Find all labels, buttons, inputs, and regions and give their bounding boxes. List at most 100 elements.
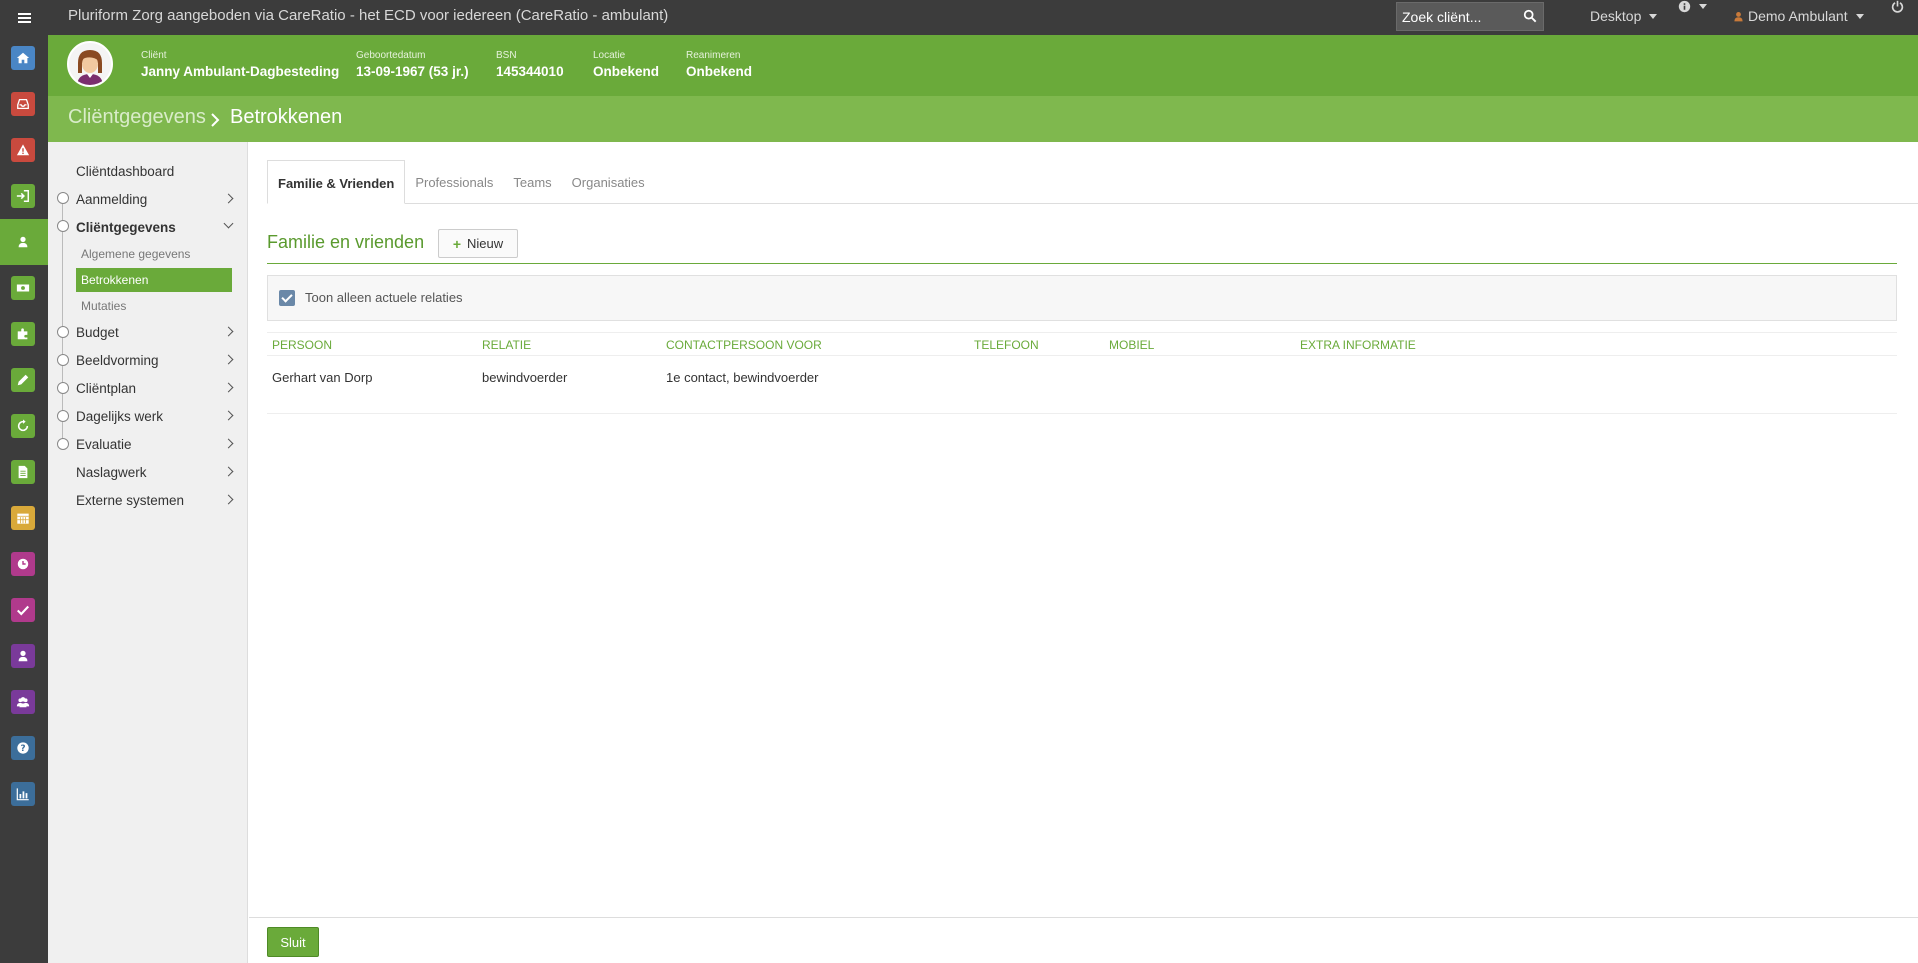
cell-persoon[interactable]: Gerhart van Dorp: [272, 370, 372, 385]
sidebar-item-label: Naslagwerk: [76, 465, 147, 480]
sidebar-item-budget[interactable]: Budget: [76, 325, 236, 340]
check-icon[interactable]: [11, 598, 35, 622]
user-menu[interactable]: Demo Ambulant: [1733, 0, 1864, 32]
tab-teams[interactable]: Teams: [503, 160, 561, 204]
sign-in-icon[interactable]: [11, 184, 35, 208]
inbox-icon[interactable]: [11, 92, 35, 116]
refresh-icon[interactable]: [11, 414, 35, 438]
footer-bar: Sluit: [249, 917, 1918, 963]
chevron-right-icon: [223, 438, 234, 449]
plus-icon: +: [452, 235, 462, 252]
tab-bar: Familie & Vrienden Professionals Teams O…: [267, 160, 655, 204]
new-button-label: Nieuw: [467, 236, 504, 251]
client-search[interactable]: [1396, 2, 1544, 31]
sidebar-item-label: Dagelijks werk: [76, 409, 164, 424]
desktop-menu[interactable]: Desktop: [1590, 0, 1658, 32]
sidebar-subitem-betrokkenen[interactable]: Betrokkenen: [76, 268, 232, 292]
breadcrumb-parent[interactable]: Cliëntgegevens: [68, 106, 206, 129]
filter-bar: Toon alleen actuele relaties: [267, 275, 1897, 321]
hamburger-menu-icon[interactable]: [0, 0, 48, 35]
column-header-mobiel[interactable]: Mobiel: [1109, 338, 1154, 352]
current-relations-checkbox[interactable]: [279, 290, 295, 306]
info-menu[interactable]: [1678, 0, 1707, 13]
chevron-right-icon: [223, 382, 234, 393]
bsn-value: 145344010: [496, 64, 564, 79]
tab-organisaties[interactable]: Organisaties: [562, 160, 655, 204]
breadcrumb-current: Betrokkenen: [230, 106, 343, 128]
sidebar-item-clientplan[interactable]: Cliëntplan: [76, 381, 236, 396]
svg-text:?: ?: [20, 744, 25, 754]
sidebar-item-label: Cliëntgegevens: [76, 220, 176, 235]
sidebar-item-clientgegevens[interactable]: Cliëntgegevens: [76, 218, 236, 235]
document-icon[interactable]: [11, 460, 35, 484]
help-icon[interactable]: ?: [11, 736, 35, 760]
location-value: Onbekend: [593, 64, 660, 79]
client-avatar[interactable]: [67, 41, 113, 87]
clock-icon[interactable]: [11, 552, 35, 576]
dob-label: Geboortedatum: [356, 50, 426, 61]
puzzle-icon[interactable]: [11, 322, 35, 346]
tab-professionals[interactable]: Professionals: [405, 160, 503, 204]
client-name-field: Cliënt Janny Ambulant-Dagbesteding: [141, 50, 339, 79]
chevron-right-icon: [223, 326, 234, 337]
sidebar-item-label: Budget: [76, 325, 119, 340]
sidebar-subitem-mutaties[interactable]: Mutaties: [76, 294, 232, 318]
column-header-extra-informatie[interactable]: Extra informatie: [1300, 338, 1416, 352]
current-relations-label[interactable]: Toon alleen actuele relaties: [305, 290, 463, 305]
sidebar-nav: Cliëntdashboard Aanmelding Cliëntgegeven…: [48, 142, 248, 963]
warning-icon[interactable]: [11, 138, 35, 162]
caret-down-icon: [1699, 4, 1707, 9]
sidebar-item-evaluatie[interactable]: Evaluatie: [76, 437, 236, 452]
chevron-right-icon: [223, 193, 234, 204]
sidebar-item-beeldvorming[interactable]: Beeldvorming: [76, 353, 236, 368]
dob-value: 13-09-1967 (53 jr.): [356, 64, 469, 79]
chart-icon[interactable]: [11, 782, 35, 806]
chevron-right-icon: [223, 410, 234, 421]
users-icon[interactable]: [11, 690, 35, 714]
chevron-right-icon: [223, 354, 234, 365]
resuscitation-field: Reanimeren Onbekend: [686, 50, 752, 79]
main-content: Familie & Vrienden Professionals Teams O…: [249, 142, 1918, 963]
tab-familie-vrienden[interactable]: Familie & Vrienden: [267, 160, 406, 204]
column-header-relatie[interactable]: Relatie: [482, 338, 531, 352]
column-header-telefoon[interactable]: Telefoon: [974, 338, 1039, 352]
sidebar-item-naslagwerk[interactable]: Naslagwerk: [76, 465, 236, 480]
step-circle-icon: [57, 192, 69, 204]
search-icon[interactable]: [1523, 9, 1537, 23]
step-circle-icon: [57, 220, 69, 232]
calendar-icon[interactable]: [11, 506, 35, 530]
dob-field: Geboortedatum 13-09-1967 (53 jr.): [356, 50, 469, 79]
sidebar-item-externe-systemen[interactable]: Externe systemen: [76, 493, 236, 508]
section-divider: [267, 263, 1897, 264]
user-icon: [1734, 11, 1743, 21]
caret-down-icon: [1649, 13, 1658, 19]
column-header-persoon[interactable]: Persoon: [272, 338, 332, 352]
client-search-input[interactable]: [1397, 3, 1517, 30]
client-icon[interactable]: [11, 230, 35, 254]
close-button[interactable]: Sluit: [267, 927, 319, 957]
sidebar-subitem-algemene-gegevens[interactable]: Algemene gegevens: [76, 242, 232, 266]
sidebar-item-dagelijks-werk[interactable]: Dagelijks werk: [76, 409, 236, 424]
table-header: Persoon Relatie Contactpersoon voor Tele…: [267, 332, 1897, 356]
new-button[interactable]: + Nieuw: [438, 229, 518, 258]
sidebar-item-label: Evaluatie: [76, 437, 132, 452]
chevron-right-icon: [223, 466, 234, 477]
sidebar-item-label: Beeldvorming: [76, 353, 159, 368]
power-button[interactable]: [1891, 0, 1904, 13]
money-icon[interactable]: [11, 276, 35, 300]
bsn-field: BSN 145344010: [496, 50, 564, 79]
column-header-contactpersoon[interactable]: Contactpersoon voor: [666, 338, 822, 352]
pencil-icon[interactable]: [11, 368, 35, 392]
resuscitation-value: Onbekend: [686, 64, 753, 79]
sidebar-item-label: Externe systemen: [76, 493, 185, 508]
section-title: Familie en vrienden: [267, 232, 425, 252]
sidebar-item-aanmelding[interactable]: Aanmelding: [76, 192, 236, 207]
home-icon[interactable]: [11, 46, 35, 70]
sidebar-item-dashboard[interactable]: Cliëntdashboard: [76, 164, 236, 179]
step-circle-icon: [57, 438, 69, 450]
power-icon: [1891, 0, 1904, 13]
location-field: Locatie Onbekend: [593, 50, 659, 79]
table-row[interactable]: Gerhart van Dorp bewindvoerder 1e contac…: [267, 356, 1897, 414]
app-title: Pluriform Zorg aangeboden via CareRatio …: [68, 7, 669, 24]
user-icon[interactable]: [11, 644, 35, 668]
